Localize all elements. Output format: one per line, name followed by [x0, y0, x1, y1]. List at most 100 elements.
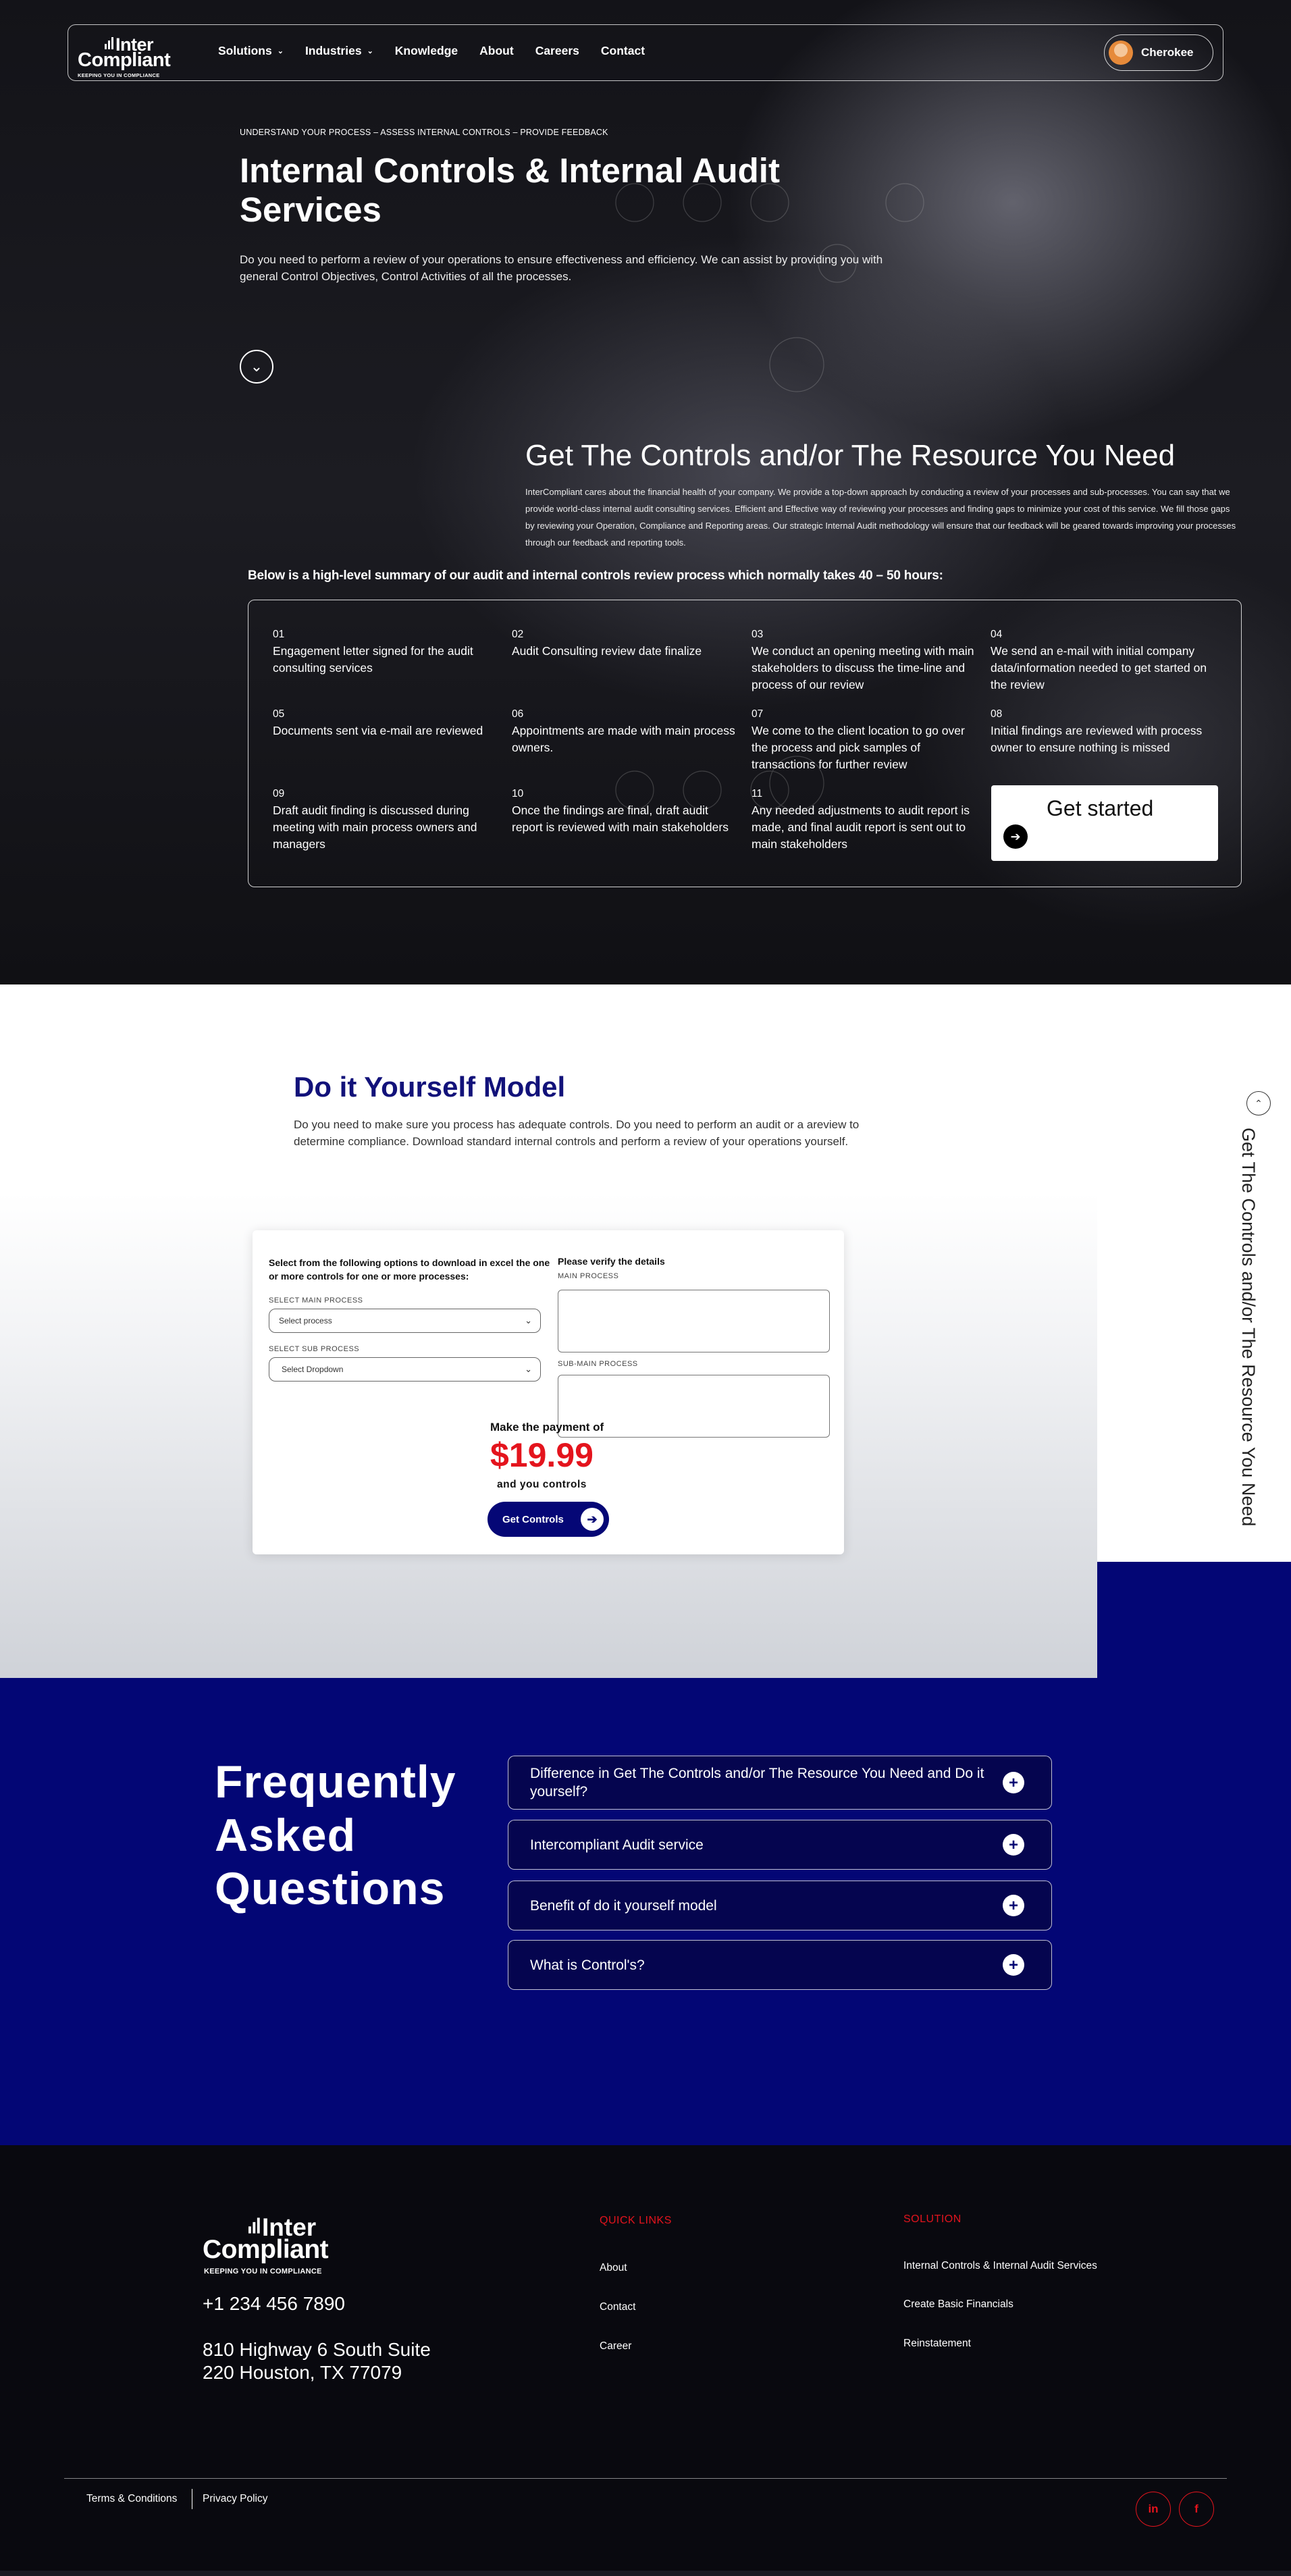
get-controls-label: Get Controls — [502, 1513, 564, 1525]
faq-item[interactable]: Benefit of do it yourself model + — [508, 1881, 1052, 1930]
footer-link-contact[interactable]: Contact — [600, 2301, 635, 2313]
process-step: 03 We conduct an opening meeting with mai… — [752, 626, 978, 693]
plus-icon: + — [1003, 1895, 1024, 1916]
nav-item-knowledge[interactable]: Knowledge — [395, 44, 458, 58]
step-text: We send an e-mail with initial company d… — [991, 644, 1207, 691]
process-step: 07 We come to the client location to go o… — [752, 706, 978, 773]
verify-main-field[interactable] — [558, 1290, 830, 1352]
faq-item[interactable]: What is Control's? + — [508, 1940, 1052, 1990]
faq-question: What is Control's? — [530, 1957, 645, 1973]
step-number: 11 — [752, 788, 763, 799]
footer-address: 810 Highway 6 South Suite 220 Houston, T… — [203, 2338, 431, 2384]
controls-download-form: Select from the following options to dow… — [253, 1230, 844, 1554]
main-process-select[interactable]: Select process ⌄ — [269, 1309, 541, 1333]
nav-item-contact[interactable]: Contact — [601, 44, 645, 58]
hero-section: Inter Compliant KEEPING YOU IN COMPLIANC… — [0, 0, 1291, 984]
main-process-label: SELECT MAIN PROCESS — [269, 1296, 363, 1305]
nav-item-label: Industries — [305, 44, 362, 57]
sub-process-label: SELECT SUB PROCESS — [269, 1345, 360, 1353]
solution-heading: SOLUTION — [903, 2213, 961, 2225]
step-number: 10 — [512, 788, 524, 799]
process-summary-title: Below is a high-level summary of our aud… — [248, 569, 943, 583]
nav-menu: Solutions ⌄ Industries ⌄ Knowledge About C… — [218, 44, 645, 58]
scroll-up-button[interactable]: ⌃ — [1246, 1091, 1271, 1115]
sub-process-select[interactable]: Select Dropdown ⌄ — [269, 1357, 541, 1382]
process-step: 01 Engagement letter signed for the audit… — [273, 626, 500, 677]
get-controls-button[interactable]: Get Controls ➔ — [488, 1502, 609, 1537]
chevron-down-icon: ⌄ — [367, 47, 373, 55]
step-number: 01 — [273, 629, 285, 640]
chevron-down-icon: ⌄ — [277, 47, 284, 55]
footer-phone[interactable]: +1 234 456 7890 — [203, 2293, 345, 2315]
page-title: Internal Controls & Internal Audit Servi… — [240, 151, 780, 229]
privacy-link[interactable]: Privacy Policy — [203, 2493, 267, 2505]
nav-item-label: Solutions — [218, 44, 272, 57]
side-vertical-text: Get The Controls and/or The Resource You… — [1238, 1128, 1259, 1527]
site-logo[interactable]: Inter Compliant KEEPING YOU IN COMPLIANC… — [78, 34, 172, 78]
process-step: 05 Documents sent via e-mail are reviewed — [273, 706, 500, 739]
price: $19.99 — [490, 1436, 594, 1474]
controls-description: InterCompliant cares about the financial… — [525, 487, 1236, 548]
quick-links-heading: QUICK LINKS — [600, 2215, 672, 2226]
step-text: Audit Consulting review date finalize — [512, 644, 702, 658]
facebook-icon[interactable]: f — [1179, 2492, 1214, 2527]
step-text: Engagement letter signed for the audit c… — [273, 644, 473, 675]
linkedin-glyph: in — [1148, 2502, 1159, 2515]
facebook-glyph: f — [1194, 2502, 1198, 2515]
plus-icon: + — [1003, 1834, 1024, 1856]
logo-tagline: KEEPING YOU IN COMPLIANCE — [204, 2267, 322, 2276]
step-text: Draft audit finding is discussed during … — [273, 804, 477, 851]
nav-item-label: Knowledge — [394, 44, 458, 57]
footer-link-basic-financials[interactable]: Create Basic Financials — [903, 2298, 1013, 2311]
footer-logo[interactable]: Inter Compliant KEEPING YOU IN COMPLIANC… — [203, 2213, 338, 2276]
terms-link[interactable]: Terms & Conditions — [86, 2493, 177, 2505]
step-text: We come to the client location to go ove… — [752, 724, 965, 771]
nav-item-industries[interactable]: Industries ⌄ — [305, 44, 373, 58]
arrow-right-icon: ➔ — [581, 1508, 604, 1531]
hero-subtitle: Do you need to perform a review of your … — [240, 253, 883, 283]
arrow-right-icon: ➔ — [1003, 824, 1028, 849]
faq-item[interactable]: Difference in Get The Controls and/or Th… — [508, 1756, 1052, 1810]
nav-item-careers[interactable]: Careers — [535, 44, 579, 58]
step-text: We conduct an opening meeting with main … — [752, 644, 974, 691]
logo-tagline: KEEPING YOU IN COMPLIANCE — [78, 72, 160, 78]
footer-divider — [64, 2478, 1227, 2479]
process-step: 06 Appointments are made with main proces… — [512, 706, 739, 756]
verify-main-label: MAIN PROCESS — [558, 1272, 619, 1280]
faq-item[interactable]: Intercompliant Audit service + — [508, 1820, 1052, 1870]
payment-label: Make the payment of — [490, 1421, 604, 1434]
process-step: 09 Draft audit finding is discussed durin… — [273, 785, 500, 853]
logo-bars-icon — [248, 2217, 260, 2234]
step-number: 02 — [512, 629, 524, 640]
bottom-bar — [0, 2571, 1291, 2576]
nav-item-solutions[interactable]: Solutions ⌄ — [218, 44, 284, 58]
step-text: Any needed adjustments to audit report i… — [752, 804, 970, 851]
faq-heading: Frequently Asked Questions — [215, 1756, 456, 1916]
get-started-label: Get started — [1047, 796, 1154, 820]
faq-heading-line: Frequently — [215, 1756, 456, 1808]
step-number: 03 — [752, 629, 764, 640]
faq-heading-line: Questions — [215, 1863, 446, 1914]
footer-link-about[interactable]: About — [600, 2262, 627, 2274]
scroll-down-button[interactable]: ⌄ — [240, 350, 273, 384]
footer-link-career[interactable]: Career — [600, 2340, 631, 2352]
form-intro: Select from the following options to dow… — [269, 1257, 550, 1282]
step-text: Documents sent via e-mail are reviewed — [273, 724, 483, 737]
diy-heading: Do it Yourself Model — [294, 1071, 566, 1103]
footer-link-reinstatement[interactable]: Reinstatement — [903, 2338, 971, 2350]
linkedin-icon[interactable]: in — [1136, 2492, 1171, 2527]
nav-item-label: Contact — [600, 44, 646, 57]
nav-item-about[interactable]: About — [479, 44, 514, 58]
get-started-button[interactable]: Get started ➔ — [991, 785, 1218, 861]
step-text: Appointments are made with main process … — [512, 724, 735, 754]
user-account-button[interactable]: Cherokee — [1104, 34, 1213, 71]
logo-text-compliant: Compliant — [78, 49, 171, 71]
step-text: Initial findings are reviewed with proce… — [991, 724, 1203, 754]
faq-question: Difference in Get The Controls and/or Th… — [530, 1766, 984, 1799]
process-steps-box: 01 Engagement letter signed for the audit… — [248, 600, 1242, 887]
diy-description: Do you need to make sure you process has… — [294, 1118, 860, 1148]
chevron-up-icon: ⌃ — [1255, 1097, 1263, 1109]
nav-item-label: Careers — [535, 44, 579, 57]
footer-link-internal-controls[interactable]: Internal Controls & Internal Audit Servi… — [903, 2260, 1097, 2272]
plus-icon: + — [1003, 1954, 1024, 1976]
